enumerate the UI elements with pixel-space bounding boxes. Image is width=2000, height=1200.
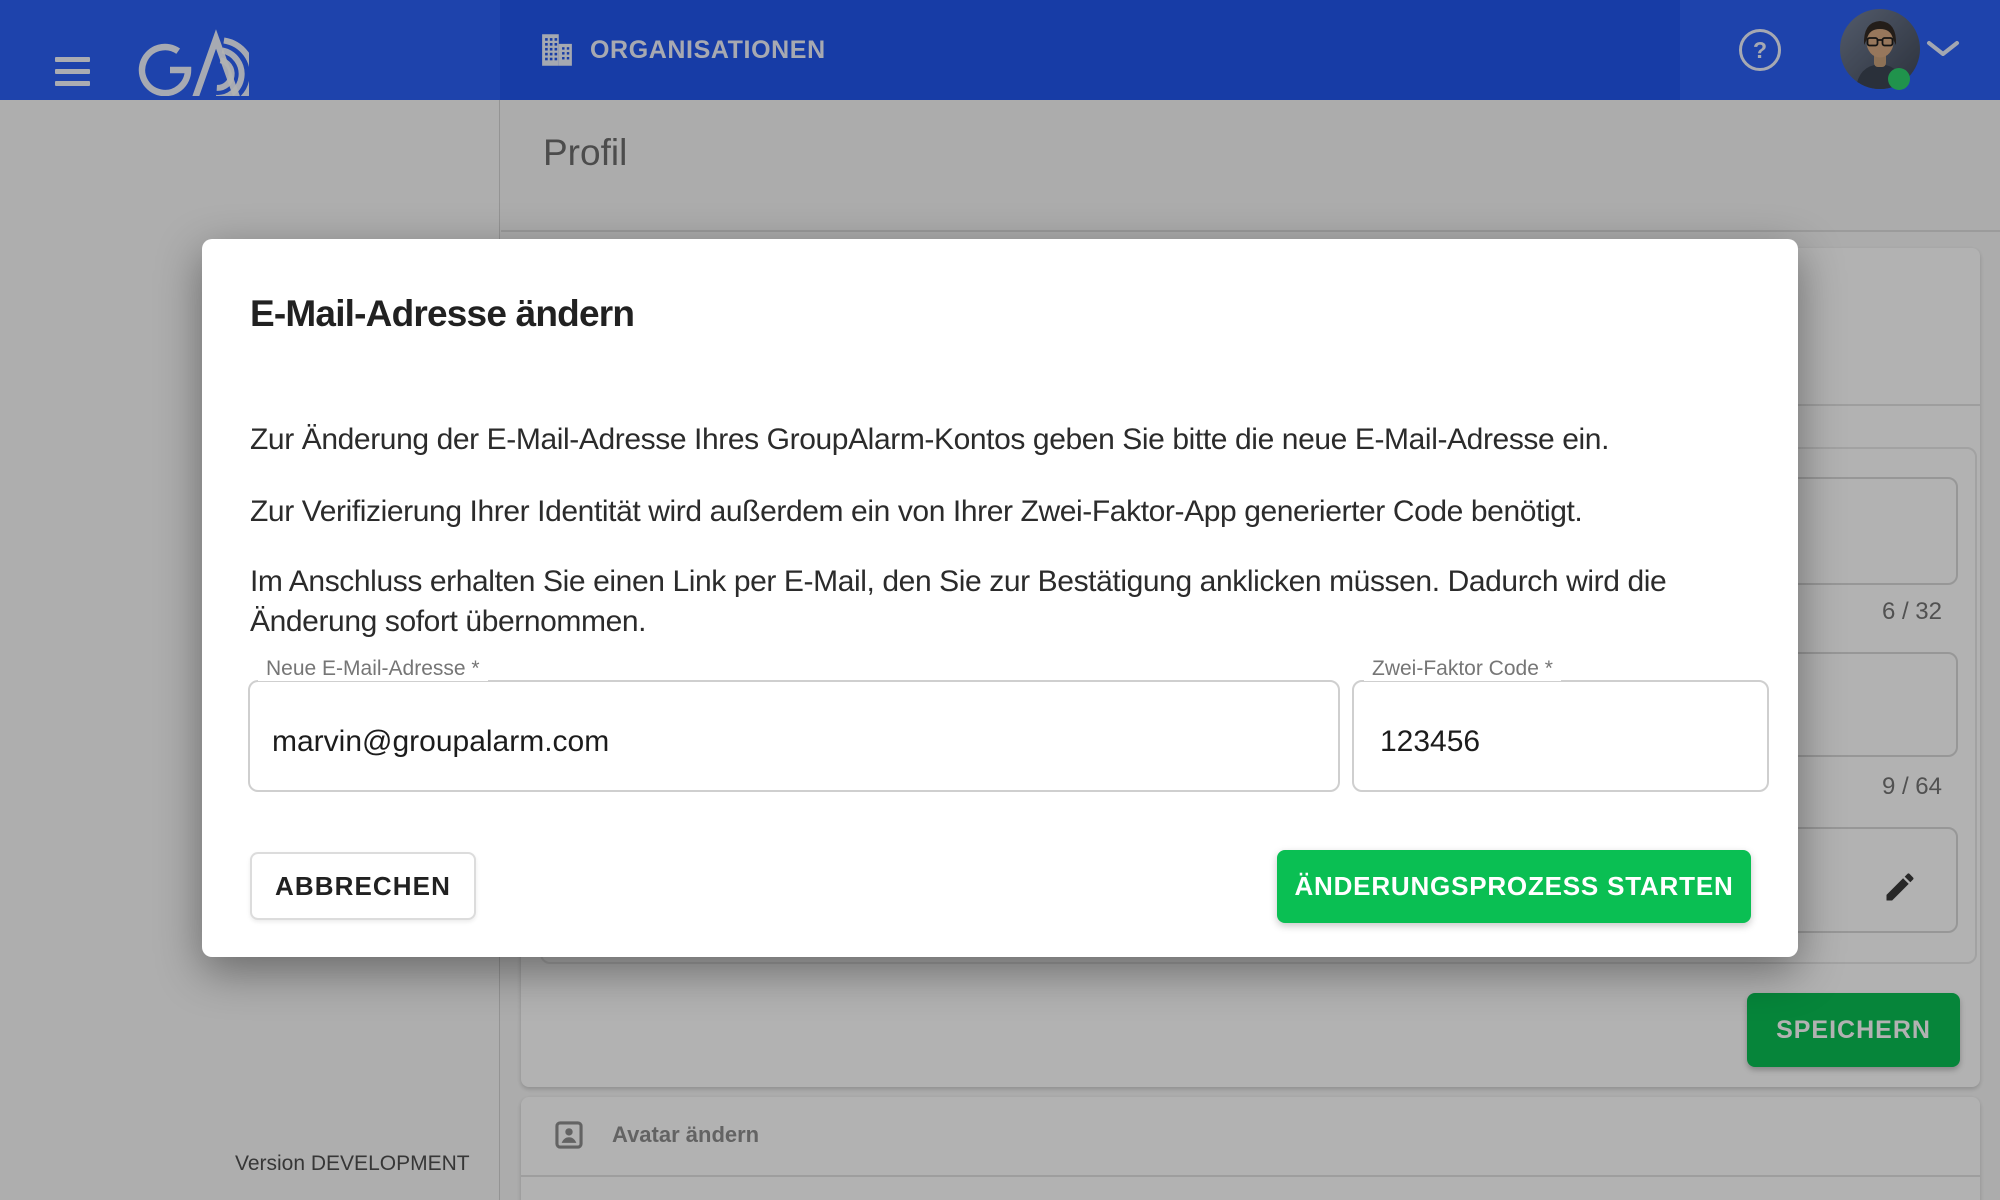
change-email-dialog: E-Mail-Adresse ändern Zur Änderung der E… (202, 239, 1798, 957)
app-window: GA ORGANISATIONEN ? (0, 0, 2000, 1200)
start-change-process-button[interactable]: ÄNDERUNGSPROZESS STARTEN (1277, 850, 1751, 923)
two-factor-input[interactable] (1380, 722, 1720, 762)
cancel-button[interactable]: ABBRECHEN (250, 852, 476, 920)
two-factor-label: Zwei-Faktor Code * (1364, 657, 1561, 681)
new-email-input[interactable] (272, 722, 1212, 762)
dialog-paragraph-2: Zur Verifizierung Ihrer Identität wird a… (250, 492, 1765, 532)
new-email-label: Neue E-Mail-Adresse * (258, 657, 488, 681)
dialog-paragraph-3: Im Anschluss erhalten Sie einen Link per… (250, 562, 1765, 642)
dialog-paragraph-1: Zur Änderung der E-Mail-Adresse Ihres Gr… (250, 420, 1765, 460)
dialog-title: E-Mail-Adresse ändern (250, 293, 634, 335)
